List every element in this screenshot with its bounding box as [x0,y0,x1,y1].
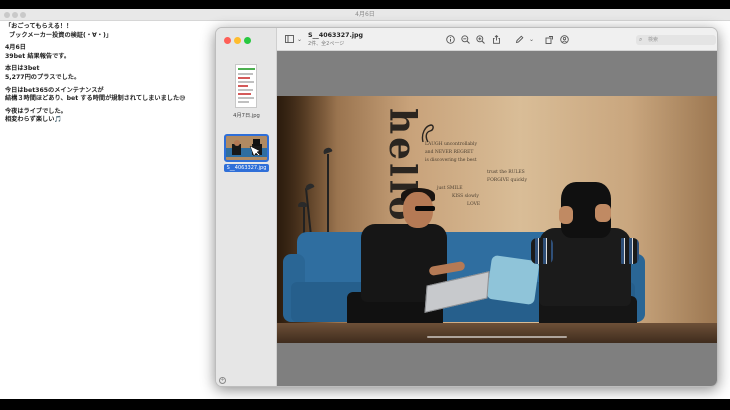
add-icon[interactable]: + [219,377,226,384]
document-subtitle: 2件、全2ページ [308,41,345,47]
info-icon[interactable] [446,35,455,44]
chevron-down-icon[interactable]: ⌄ [295,35,304,44]
annotate-icon[interactable] [560,35,569,44]
displayed-photo: hello. LAUGH uncontrollably and NEVER RE… [277,96,717,343]
share-icon[interactable] [492,34,501,44]
editor-line: 5,277円のプラスでした。 [5,73,81,81]
thumbnail-2[interactable] [224,134,269,162]
zoom-button[interactable] [244,37,251,44]
editor-line: 39bet 結果報告です。 [5,52,71,60]
sunglasses [415,206,435,211]
cushion [486,254,540,306]
wall-text-line: KISS slowly [452,194,479,199]
editor-line: 今日はbet365のメインテナンスが [5,86,104,94]
preview-toolbar: ⌄ S__4063327.jpg 2件、全2ページ ⌄ ⌕ 検索 [277,28,717,51]
wall-text-line: trust the RULES [487,170,525,175]
image-viewport[interactable]: hello. LAUGH uncontrollably and NEVER RE… [277,51,717,386]
wall-logo [421,124,434,143]
close-button[interactable] [224,37,231,44]
search-input[interactable]: ⌕ 検索 [636,35,716,45]
preview-window: 4月7日.jpg S__4063327.jpg + ⌄ S__4063327.j… [215,27,718,387]
thumbnail-1[interactable] [235,64,257,108]
wall-text-line: LOVE [467,202,481,207]
editor-line: 相変わらず楽しい🎵 [5,116,63,124]
wall-text-line: is discovering the best [425,158,477,163]
thumbnail-2-image [226,136,267,160]
search-placeholder: 検索 [648,37,659,43]
document-title: S__4063327.jpg [308,32,364,39]
editor-titlebar: 4月6日 [0,9,730,21]
editor-line: ブックメーカー投資の検証(・∀・)」 [9,31,113,39]
chevron-down-icon[interactable]: ⌄ [527,35,536,44]
sidebar-toggle-icon[interactable] [285,35,294,44]
editor-line: 本日は3bet [5,65,40,73]
thumbnail-1-label[interactable]: 4月7日.jpg [216,112,277,119]
markup-pen-icon[interactable] [515,35,524,44]
wall-text-line: FORGIVE quickly [487,178,527,183]
thumbnail-sidebar: 4月7日.jpg S__4063327.jpg + [216,28,277,386]
zoom-in-icon[interactable] [476,35,485,44]
zoom-out-icon[interactable] [461,35,470,44]
wall-text-line: and NEVER REGRET [425,150,474,155]
editor-text-area[interactable]: 「おごってもらえる！！ ブックメーカー投資の検証(・∀・)」 4月6日 39be… [5,23,210,125]
wall-text-line: just SMILE [437,186,463,191]
editor-line: 「おごってもらえる！！ [5,23,73,30]
search-icon: ⌕ [639,36,643,43]
editor-line: 4月6日 [5,44,26,52]
thumbnail-2-label[interactable]: S__4063327.jpg [224,164,269,172]
rotate-icon[interactable] [545,35,554,44]
video-scrubber[interactable] [427,336,567,338]
editor-line: 結構３時間ほどあり、bet する時間が規制されてしまいました😅 [5,95,186,103]
editor-title: 4月6日 [355,11,375,18]
minimize-button[interactable] [234,37,241,44]
